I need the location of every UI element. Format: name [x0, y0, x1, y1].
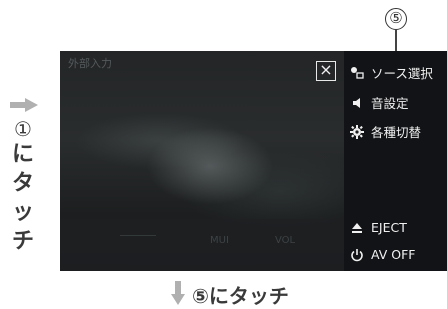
menu-item-sound-settings[interactable]: 音設定: [350, 93, 409, 112]
video-bottom-shade: [60, 219, 344, 271]
manual-page: ① に タ ッ チ ⑤ 外部入力 MUI VOL × ソース選択 音設定 各種切…: [0, 0, 447, 309]
menu-label-eject: EJECT: [371, 220, 407, 235]
side-instruction: ① に タ ッ チ: [6, 118, 40, 256]
menu-label-source-select: ソース選択: [371, 66, 433, 81]
side-menu: ソース選択 音設定 各種切替 EJECT AV OFF: [344, 51, 447, 271]
menu-label-various-switch: 各種切替: [371, 125, 422, 140]
side-char-4: チ: [11, 229, 34, 254]
head-unit-screen: 外部入力 MUI VOL × ソース選択 音設定 各種切替 EJECT AV O…: [60, 51, 447, 271]
bottom-instruction: ⑤にタッチ: [192, 284, 289, 308]
menu-item-eject[interactable]: EJECT: [350, 220, 407, 235]
side-char-2: タ: [11, 171, 34, 196]
side-char-1: に: [11, 142, 34, 167]
speaker-icon: [350, 96, 364, 110]
menu-item-various-switch[interactable]: 各種切替: [350, 122, 421, 141]
eject-icon: [350, 221, 364, 235]
callout-number: ⑤: [385, 8, 407, 30]
side-char-3: ッ: [11, 200, 34, 225]
menu-label-sound-settings: 音設定: [371, 96, 409, 111]
menu-label-av-off: AV OFF: [371, 247, 416, 262]
ghost-control-volume: VOL: [275, 235, 296, 246]
close-button[interactable]: ×: [316, 61, 336, 81]
menu-item-source-select[interactable]: ソース選択: [350, 63, 433, 82]
arrow-down-icon: [171, 281, 185, 305]
menu-item-av-off[interactable]: AV OFF: [350, 247, 416, 262]
ghost-control-bar: [120, 235, 156, 257]
arrow-right-icon: [10, 98, 38, 112]
gear-icon: [350, 124, 364, 139]
power-icon: [350, 248, 364, 262]
source-icon: [350, 66, 364, 80]
side-step-number: ①: [14, 117, 32, 141]
video-title: 外部入力: [68, 57, 112, 70]
ghost-control-mute: MUI: [210, 235, 229, 246]
